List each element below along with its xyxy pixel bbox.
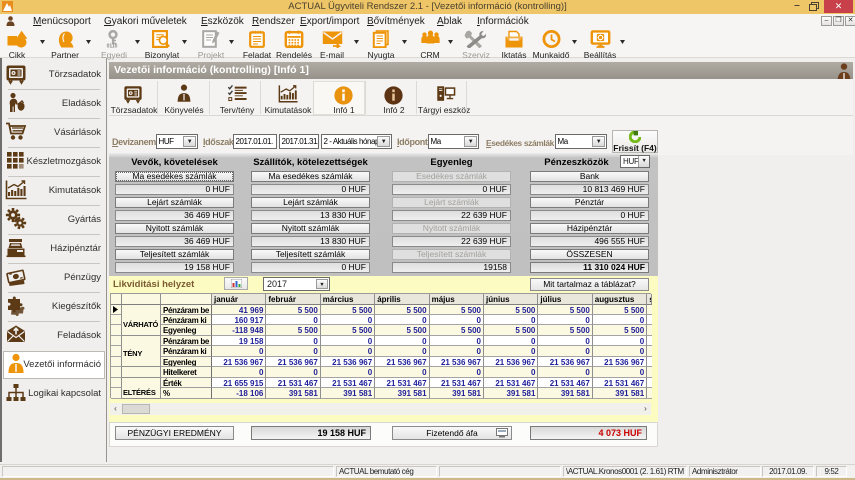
svg-text:0110: 0110	[107, 44, 118, 48]
